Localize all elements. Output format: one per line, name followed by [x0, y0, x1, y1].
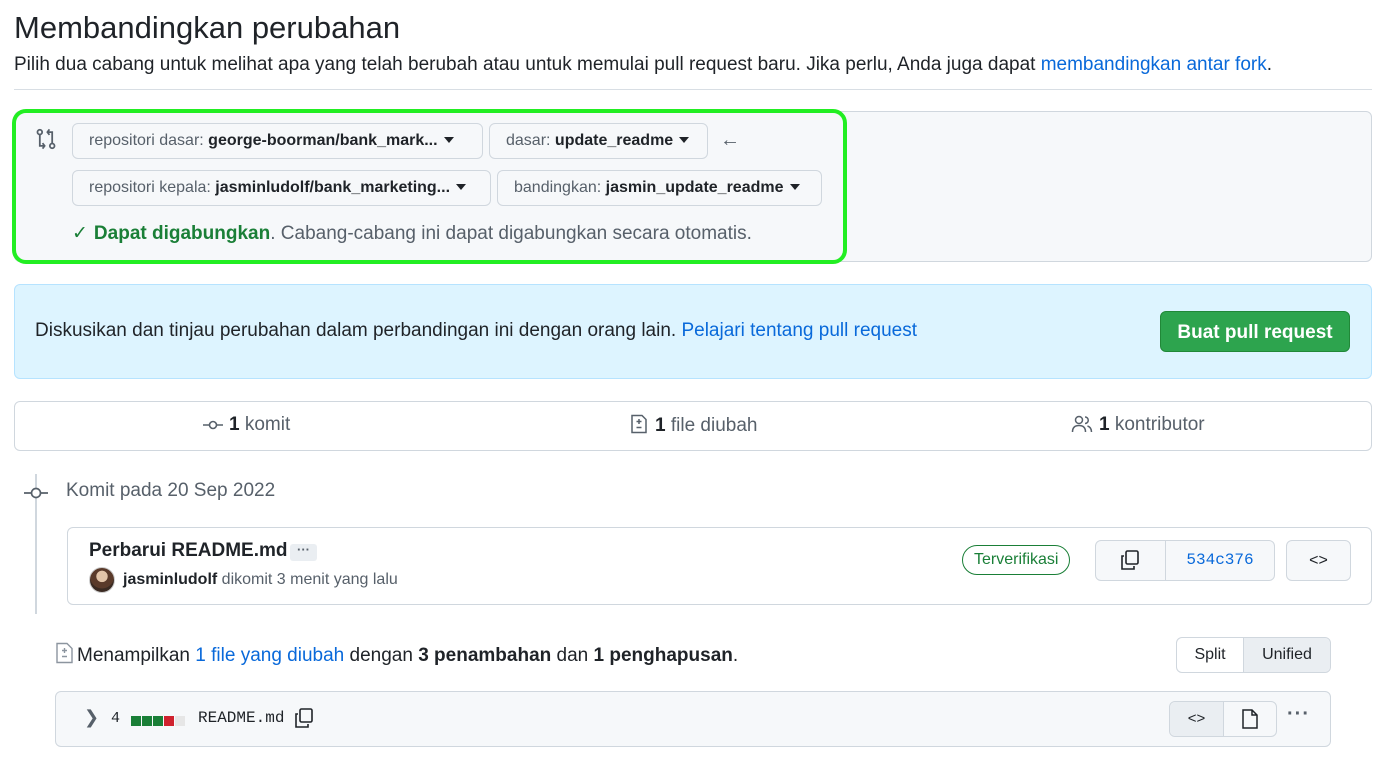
commit-date: Komit pada 20 Sep 2022 — [66, 480, 276, 501]
split-view-button[interactable]: Split — [1177, 638, 1244, 672]
compare-forks-link[interactable]: membandingkan antar fork — [1041, 54, 1267, 75]
merge-message: . Cabang-cabang ini dapat digabungkan se… — [270, 223, 752, 244]
learn-pr-link[interactable]: Pelajari tentang pull request — [681, 320, 917, 341]
copy-icon — [1121, 550, 1139, 570]
commit-message[interactable]: Perbarui README.md — [89, 540, 287, 562]
divider — [14, 89, 1372, 90]
view-source-button[interactable]: <> — [1170, 702, 1224, 736]
arrow-left-icon: ← — [720, 129, 740, 151]
files-count: 1 — [655, 415, 666, 436]
expand-message-button[interactable]: ··· — [290, 543, 317, 561]
changed-files-link[interactable]: 1 file yang diubah — [195, 645, 344, 666]
caret-down-icon — [789, 183, 800, 190]
check-icon: ✓ — [72, 223, 88, 244]
deletions-count: 1 penghapusan — [593, 645, 733, 666]
files-summary: Menampilkan 1 file yang diubah dengan 3 … — [55, 642, 738, 667]
page-subtitle: Pilih dua cabang untuk melihat apa yang … — [14, 54, 1272, 76]
chevron-right-icon[interactable]: ❯ — [84, 707, 99, 728]
summary-end: . — [732, 645, 739, 666]
diffstat — [131, 713, 186, 731]
author-suffix: dikomit 3 menit yang lalu — [217, 571, 398, 588]
commit-author: jasminludolf dikomit 3 menit yang lalu — [123, 571, 398, 589]
file-view-buttons: <> — [1169, 701, 1277, 737]
page-title: Membandingkan perubahan — [14, 10, 401, 45]
commit-sha-group: 534c376 — [1095, 540, 1275, 581]
base-repo-value: george-boorman/bank_mark... — [208, 132, 438, 149]
info-text: Diskusikan dan tinjau perubahan dalam pe… — [35, 320, 917, 342]
unified-view-button[interactable]: Unified — [1244, 638, 1330, 672]
avatar[interactable] — [89, 567, 115, 593]
view-file-button[interactable] — [1224, 702, 1276, 736]
more-options-icon[interactable]: ··· — [1287, 703, 1310, 726]
merge-status: ✓ Dapat digabungkan. Cabang-cabang ini da… — [72, 222, 752, 245]
compare-branch-value: jasmin_update_readme — [605, 179, 784, 196]
subtitle-text: Pilih dua cabang untuk melihat apa yang … — [14, 54, 1041, 75]
contributors-count: 1 — [1099, 414, 1110, 435]
file-change-count: 4 — [111, 710, 121, 727]
git-compare-icon — [36, 128, 56, 150]
people-icon — [1071, 415, 1093, 433]
base-repo-prefix: repositori dasar: — [89, 132, 209, 149]
file-name-link[interactable]: README.md — [198, 709, 284, 727]
diffstat-block-added — [131, 716, 141, 726]
summary-mid1: dengan — [344, 645, 419, 666]
file-icon — [1242, 709, 1258, 729]
files-label: file diubah — [665, 415, 758, 436]
head-repo-select[interactable]: repositori kepala: jasminludolf/bank_mar… — [72, 170, 491, 206]
caret-down-icon — [679, 136, 690, 143]
compare-branch-select[interactable]: bandingkan: jasmin_update_readme — [497, 170, 822, 206]
mergeable-label: Dapat digabungkan — [93, 223, 271, 244]
contributors-label: kontributor — [1109, 414, 1205, 435]
summary-prefix: Menampilkan — [77, 645, 196, 666]
head-repo-value: jasminludolf/bank_marketing... — [215, 179, 451, 196]
base-branch-prefix: dasar: — [506, 132, 555, 149]
commit-sha-link[interactable]: 534c376 — [1166, 541, 1274, 580]
file-diff-icon — [631, 414, 647, 434]
file-diff-icon — [56, 642, 73, 664]
commit-icon — [203, 420, 223, 430]
base-repo-select[interactable]: repositori dasar: george-boorman/bank_ma… — [72, 123, 483, 159]
commit-icon — [24, 487, 48, 499]
head-repo-prefix: repositori kepala: — [89, 179, 216, 196]
copy-sha-button[interactable] — [1096, 541, 1166, 580]
commits-label: komit — [239, 414, 291, 435]
verified-badge[interactable]: Terverifikasi — [962, 545, 1071, 575]
diffstat-block-added — [142, 716, 152, 726]
diffstat-block-deleted — [164, 716, 174, 726]
copy-icon[interactable] — [293, 707, 315, 729]
caret-down-icon — [443, 136, 454, 143]
base-branch-value: update_readme — [554, 132, 674, 149]
caret-down-icon — [456, 183, 467, 190]
stat-commits[interactable]: 1 komit — [203, 414, 290, 436]
info-description: Diskusikan dan tinjau perubahan dalam pe… — [35, 320, 682, 341]
base-branch-select[interactable]: dasar: update_readme — [489, 123, 708, 159]
stat-contributors[interactable]: 1 kontributor — [1071, 414, 1205, 436]
author-name[interactable]: jasminludolf — [123, 571, 217, 588]
commits-count: 1 — [229, 414, 240, 435]
diffstat-block-added — [153, 716, 163, 726]
summary-mid2: dan — [551, 645, 594, 666]
subtitle-end: . — [1266, 54, 1272, 75]
create-pull-request-button[interactable]: Buat pull request — [1160, 311, 1350, 352]
diff-view-toggle: Split Unified — [1176, 637, 1331, 673]
stat-files[interactable]: 1 file diubah — [629, 414, 757, 437]
additions-count: 3 penambahan — [418, 645, 552, 666]
browse-repo-button[interactable]: <> — [1286, 540, 1351, 581]
diffstat-block-neutral — [175, 716, 185, 726]
compare-branch-prefix: bandingkan: — [514, 179, 606, 196]
